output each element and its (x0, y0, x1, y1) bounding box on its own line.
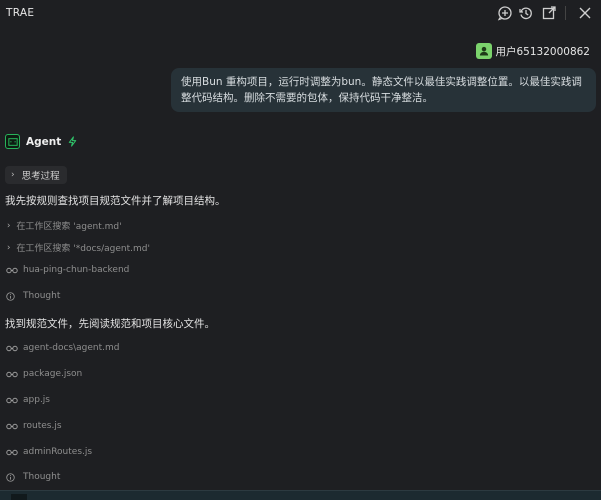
user-name: 用户65132000862 (495, 45, 591, 58)
step-row[interactable]: routes.js (6, 421, 62, 431)
step-row[interactable]: › 在工作区搜索 '*docs/agent.md' (6, 241, 150, 255)
step-label: agent-docs\agent.md (23, 343, 120, 353)
titlebar-divider (565, 6, 566, 20)
step-row[interactable]: adminRoutes.js (6, 447, 92, 457)
glasses-icon (6, 345, 20, 352)
close-icon[interactable] (577, 5, 593, 21)
thinking-toggle[interactable]: › 思考过程 (5, 166, 67, 184)
lightning-icon (69, 136, 77, 147)
glasses-icon (6, 371, 20, 378)
app-title: TRAE (6, 7, 35, 19)
user-header: 用户65132000862 (475, 43, 591, 59)
agent-message: 找到规范文件，先阅读规范和项目核心文件。 (5, 318, 215, 330)
step-row[interactable]: hua-ping-chun-backend (6, 265, 129, 275)
history-icon[interactable] (518, 5, 534, 21)
step-row[interactable]: agent-docs\agent.md (6, 343, 119, 353)
step-row[interactable]: › 在工作区搜索 'agent.md' (6, 219, 122, 233)
glasses-icon (6, 267, 20, 274)
info-icon (6, 291, 20, 301)
agent-name: Agent (26, 135, 62, 148)
chevron-right-icon: › (7, 242, 11, 253)
glasses-icon (6, 397, 20, 404)
step-label: adminRoutes.js (23, 447, 93, 457)
step-label: 在工作区搜索 'agent.md' (16, 222, 122, 232)
user-avatar (475, 43, 492, 59)
input-toolbar-icon (11, 494, 27, 500)
step-label: routes.js (23, 421, 62, 431)
popout-icon[interactable] (541, 5, 557, 21)
agent-header: Agent (5, 134, 78, 149)
new-chat-icon[interactable] (497, 5, 513, 21)
step-label: 在工作区搜索 '*docs/agent.md' (16, 244, 150, 254)
step-row[interactable]: package.json (6, 369, 82, 379)
info-icon (6, 472, 20, 482)
step-label: package.json (23, 369, 83, 379)
thinking-label: 思考过程 (21, 171, 60, 182)
user-message-bubble: 使用Bun 重构项目，运行时调整为bun。静态文件以最佳实践调整位置。以最佳实践… (171, 68, 596, 112)
chevron-right-icon: › (7, 220, 11, 231)
user-icon (479, 46, 488, 56)
glasses-icon (6, 423, 20, 430)
glasses-icon (6, 449, 20, 456)
step-label: Thought (23, 472, 61, 482)
step-label: hua-ping-chun-backend (23, 265, 130, 275)
step-row[interactable]: app.js (6, 395, 50, 405)
step-row[interactable]: Thought (6, 291, 60, 301)
step-label: app.js (23, 395, 50, 405)
title-bar: TRAE (0, 0, 601, 26)
agent-logo-icon (5, 134, 20, 149)
step-row[interactable]: Thought (6, 472, 60, 482)
agent-message: 我先按规则查找项目规范文件并了解项目结构。 (5, 195, 226, 207)
chevron-right-icon: › (11, 170, 15, 180)
step-label: Thought (23, 291, 61, 301)
